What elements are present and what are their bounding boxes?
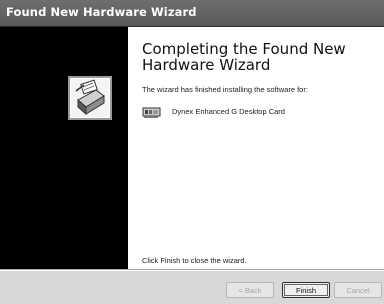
network-card-icon: [142, 107, 161, 118]
device-name: Dynex Enhanced G Desktop Card: [172, 107, 285, 116]
heading-line-1: Completing the Found New: [142, 40, 346, 58]
close-instruction: Click Finish to close the wizard.: [142, 256, 247, 265]
heading-line-2: Hardware Wizard: [142, 56, 271, 74]
hardware-install-icon: [68, 76, 112, 120]
back-button[interactable]: < Back: [226, 282, 274, 298]
wizard-heading: Completing the Found New Hardware Wizard: [142, 41, 372, 73]
wizard-content: Completing the Found New Hardware Wizard…: [128, 27, 384, 269]
wizard-sidebar: [0, 27, 128, 269]
wizard-window: Found New Hardware Wizard Completing the…: [0, 0, 384, 304]
button-bar: < Back Finish Cancel: [0, 271, 384, 304]
cancel-button[interactable]: Cancel: [334, 282, 382, 298]
title-bar[interactable]: Found New Hardware Wizard: [0, 0, 384, 27]
window-title: Found New Hardware Wizard: [6, 5, 197, 19]
finish-button[interactable]: Finish: [282, 282, 330, 298]
installed-message: The wizard has finished installing the s…: [142, 85, 308, 94]
